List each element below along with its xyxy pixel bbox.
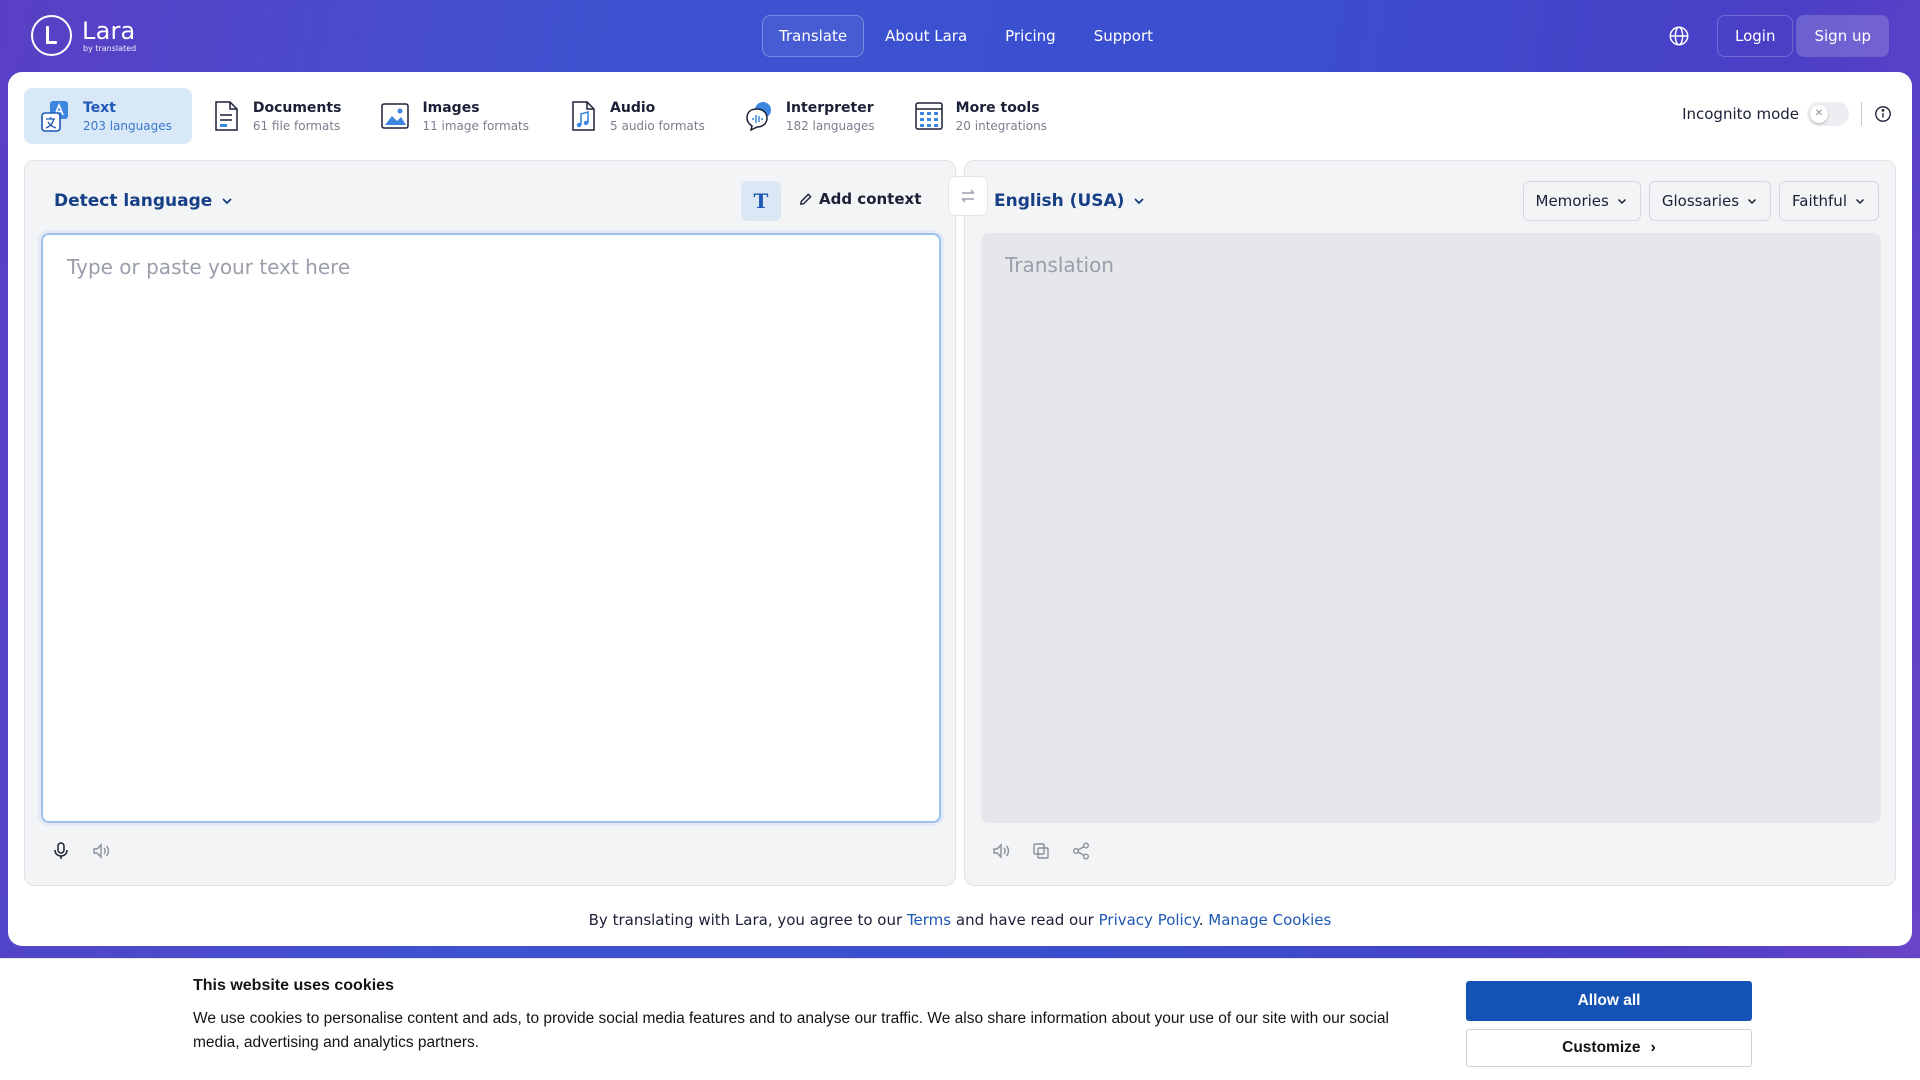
cookie-banner-title: This website uses cookies (193, 977, 394, 994)
source-text-input[interactable]: Type or paste your text here (41, 233, 941, 823)
share-icon[interactable] (1071, 841, 1091, 861)
tab-text-title: Text (83, 99, 116, 116)
account-nav: Login Sign up (1668, 15, 1889, 57)
target-panel: English (USA) Memories Glossaries Faithf… (964, 160, 1896, 886)
swap-languages-button[interactable] (948, 176, 988, 216)
text-translate-icon (41, 101, 68, 132)
tool-tabs: Text 203 languages Documents 61 file for… (24, 88, 1069, 144)
lara-logo-mark-icon (31, 15, 72, 56)
microphone-icon[interactable] (51, 841, 71, 861)
legal-text: By translating with Lara, you agree to o… (588, 911, 907, 929)
tab-text[interactable]: Text 203 languages (24, 88, 192, 144)
brand-subtitle: by translated (83, 43, 137, 53)
source-language-label: Detect language (54, 191, 213, 211)
source-placeholder: Type or paste your text here (67, 255, 351, 279)
tab-documents[interactable]: Documents 61 file formats (194, 88, 362, 144)
manage-cookies-link[interactable]: Manage Cookies (1208, 911, 1331, 929)
source-language-select[interactable]: Detect language (54, 191, 234, 211)
chevron-down-icon (1134, 198, 1145, 205)
tab-images-subtitle: 11 image formats (422, 118, 530, 133)
tab-interpreter-subtitle: 182 languages (785, 118, 875, 133)
add-context-label: Add context (819, 190, 922, 208)
customize-cookies-button[interactable]: Customize › (1466, 1029, 1752, 1067)
text-style-button[interactable]: T (741, 181, 781, 221)
toggle-off-icon: ✕ (1810, 105, 1828, 123)
style-dropdown[interactable]: Faithful (1779, 181, 1879, 221)
globe-icon[interactable] (1668, 25, 1690, 47)
audio-file-icon (572, 101, 595, 131)
tab-interpreter[interactable]: Interpreter 182 languages (727, 88, 895, 144)
document-icon (215, 101, 238, 131)
legal-notice: By translating with Lara, you agree to o… (8, 911, 1912, 929)
incognito-label: Incognito mode (1682, 105, 1799, 123)
cookie-banner: This website uses cookies We use cookies… (0, 958, 1920, 1080)
nav-support[interactable]: Support (1077, 15, 1170, 57)
chevron-right-icon: › (1650, 1039, 1656, 1056)
customize-label: Customize (1562, 1039, 1641, 1056)
grid-icon (914, 102, 943, 130)
target-actions (991, 841, 1111, 861)
translator-card: Text 203 languages Documents 61 file for… (8, 72, 1912, 946)
brand-name: Lara (82, 16, 136, 45)
nav-pricing[interactable]: Pricing (988, 15, 1073, 57)
legal-text: . (1198, 911, 1209, 929)
nav-translate[interactable]: Translate (762, 15, 865, 57)
image-icon (381, 103, 410, 129)
tab-images-title: Images (422, 99, 480, 116)
copy-icon[interactable] (1031, 841, 1051, 861)
tab-audio-title: Audio (610, 99, 656, 116)
memories-dropdown[interactable]: Memories (1522, 181, 1641, 221)
tab-text-subtitle: 203 languages (83, 118, 172, 133)
login-button[interactable]: Login (1717, 15, 1794, 57)
swap-arrows-icon (961, 189, 975, 203)
tab-images[interactable]: Images 11 image formats (363, 88, 549, 144)
tab-audio[interactable]: Audio 5 audio formats (551, 88, 725, 144)
target-language-select[interactable]: English (USA) (994, 191, 1146, 211)
chevron-down-icon (1855, 198, 1865, 205)
divider (1861, 102, 1862, 126)
incognito-mode: Incognito mode ✕ (1682, 102, 1892, 126)
allow-all-cookies-button[interactable]: Allow all (1466, 981, 1752, 1021)
lara-logo[interactable]: Lara by translated (31, 15, 136, 56)
tab-more-tools-subtitle: 20 integrations (955, 118, 1047, 133)
tab-documents-title: Documents (252, 99, 342, 116)
cookie-banner-text: We use cookies to personalise content an… (193, 1010, 1389, 1051)
translation-output: Translation (981, 233, 1881, 823)
speaker-icon[interactable] (91, 841, 111, 861)
tab-interpreter-title: Interpreter (785, 99, 874, 116)
chevron-down-icon (1748, 198, 1757, 205)
text-format-icon: T (753, 189, 769, 213)
terms-link[interactable]: Terms (907, 911, 951, 929)
translation-placeholder: Translation (1005, 253, 1114, 277)
tab-documents-subtitle: 61 file formats (252, 118, 341, 133)
style-label: Faithful (1792, 192, 1847, 210)
top-navigation-bar: Lara by translated Translate About Lara … (0, 0, 1920, 72)
target-language-label: English (USA) (994, 191, 1125, 211)
privacy-policy-link[interactable]: Privacy Policy (1099, 911, 1199, 929)
chevron-down-icon (222, 198, 232, 205)
add-context-button[interactable]: Add context (798, 190, 921, 208)
tab-more-tools-title: More tools (955, 99, 1040, 116)
chevron-down-icon (1617, 198, 1626, 205)
tab-audio-subtitle: 5 audio formats (610, 118, 705, 133)
info-icon[interactable] (1874, 105, 1892, 123)
incognito-toggle[interactable]: ✕ (1807, 102, 1849, 126)
interpreter-icon (746, 102, 771, 132)
speaker-icon[interactable] (991, 841, 1011, 861)
main-nav: Translate About Lara Pricing Support (762, 15, 1174, 57)
glossaries-dropdown[interactable]: Glossaries (1648, 181, 1772, 221)
glossaries-label: Glossaries (1661, 192, 1740, 210)
memories-label: Memories (1535, 192, 1609, 210)
source-actions (51, 841, 131, 861)
tab-more-tools[interactable]: More tools 20 integrations (897, 88, 1067, 144)
signup-button[interactable]: Sign up (1796, 15, 1889, 57)
legal-text: and have read our (951, 911, 1099, 929)
pencil-icon (799, 192, 812, 205)
source-panel: Detect language T Add context Type or pa… (24, 160, 956, 886)
nav-about-lara[interactable]: About Lara (868, 15, 984, 57)
translation-options: Memories Glossaries Faithful (1515, 181, 1879, 221)
